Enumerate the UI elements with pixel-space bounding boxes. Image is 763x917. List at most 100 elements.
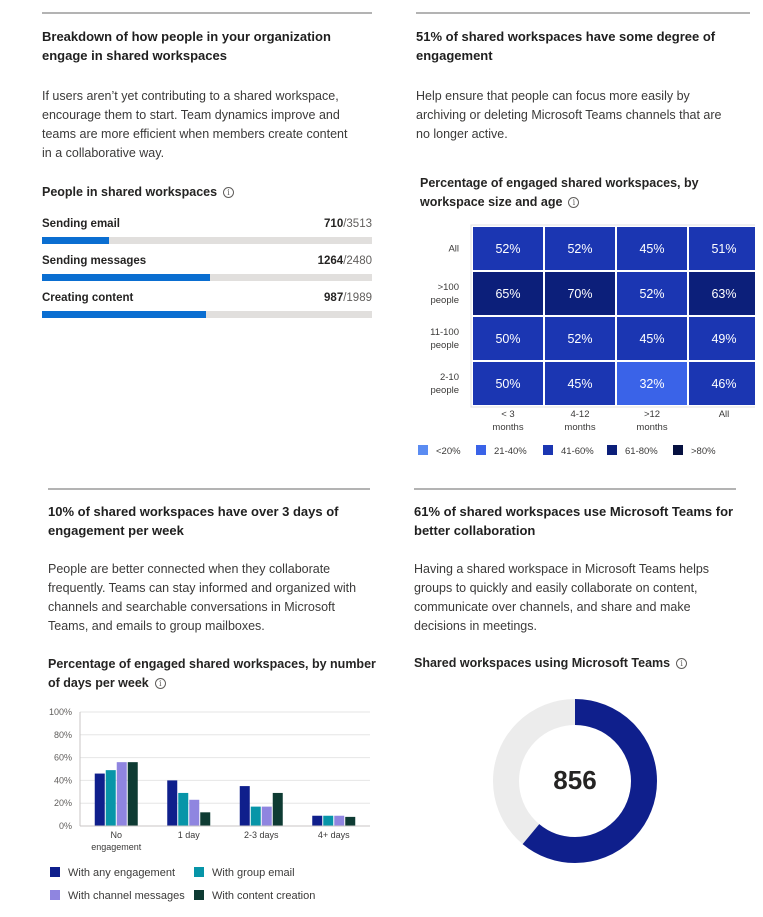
heatmap-cell-label: 52% xyxy=(639,287,664,301)
bar xyxy=(178,792,189,826)
heatmap-row-label: 11-100 xyxy=(430,327,459,338)
progress-count: 710/3513 xyxy=(324,218,372,230)
engagement-description: Help ensure that people can focus more e… xyxy=(416,87,756,144)
heatmap-col-label: 4-12 xyxy=(570,409,589,420)
heatmap-cell-label: 52% xyxy=(567,242,592,256)
legend-label: With any engagement xyxy=(68,867,176,879)
info-icon[interactable]: i xyxy=(568,197,580,208)
heatmap-cell-label: 50% xyxy=(495,332,520,346)
progress-track xyxy=(42,237,372,244)
bar-chart-subtitle: Percentage of engaged shared workspaces,… xyxy=(48,655,388,693)
teams-title: 61% of shared workspaces use Microsoft T… xyxy=(414,502,748,540)
bar xyxy=(323,815,334,826)
description-line: decisions in meetings. xyxy=(414,619,537,633)
description-line: teams are more efficient when members cr… xyxy=(42,127,348,141)
legend-swatch xyxy=(194,867,204,877)
description-line: Teams, and emails to group mailboxes. xyxy=(48,619,265,633)
days-description: People are better connected when they co… xyxy=(48,560,388,636)
y-tick-label: 0% xyxy=(59,821,72,831)
bar xyxy=(200,812,211,826)
heatmap-cell-label: 45% xyxy=(639,332,664,346)
legend-label: With group email xyxy=(212,867,295,879)
heatmap-legend-swatch xyxy=(543,445,553,455)
legend-swatch xyxy=(50,890,60,900)
heatmap-col-label: >12 xyxy=(644,409,660,420)
heatmap-legend-swatch xyxy=(476,445,486,455)
heatmap-cell-label: 50% xyxy=(495,377,520,391)
heatmap-cell-label: 49% xyxy=(711,332,736,346)
donut-subtitle: Shared workspaces using Microsoft Teams i xyxy=(414,654,688,673)
heatmap-cell-label: 51% xyxy=(711,242,736,256)
heatmap-cell-label: 46% xyxy=(711,377,736,391)
legend-swatch xyxy=(194,890,204,900)
people-subtitle-text: People in shared workspaces xyxy=(42,185,218,199)
progress-label: Creating content xyxy=(42,292,134,304)
heatmap-col-label: All xyxy=(719,409,730,420)
heatmap-row-label: people xyxy=(430,295,459,306)
heatmap-row-label: people xyxy=(430,340,459,351)
bar-chart: 0% 20% 40% 60% 80% 100% No engagement 1 day 2-3 d… xyxy=(49,707,370,852)
description-line: archiving or deleting Microsoft Teams ch… xyxy=(416,108,722,122)
breakdown-title: Breakdown of how people in your organiza… xyxy=(42,27,372,65)
bar xyxy=(94,773,105,826)
breakdown-title-line: Breakdown of how people in your organiza… xyxy=(42,29,331,44)
description-line: groups to quickly and easily collaborate… xyxy=(414,581,698,595)
progress-count-value: 987 xyxy=(324,292,344,304)
description-line: encourage them to start. Team dynamics i… xyxy=(42,108,340,122)
heatmap-row-label: All xyxy=(448,244,459,255)
progress-count-total: /2480 xyxy=(343,255,372,267)
bar xyxy=(312,815,323,826)
heatmap-legend-swatch xyxy=(673,445,683,455)
bar-chart-subtitle-line: of days per week xyxy=(48,676,149,690)
heatmap-legend-label: 21-40% xyxy=(494,446,527,457)
days-title-line: engagement per week xyxy=(48,523,184,538)
legend-swatch xyxy=(50,867,60,877)
heatmap-legend-swatch xyxy=(607,445,617,455)
section-divider xyxy=(414,488,736,490)
progress-track xyxy=(42,311,372,318)
description-line: Having a shared workspace in Microsoft T… xyxy=(414,562,710,576)
heatmap-col-label: < 3 xyxy=(501,409,514,420)
bar xyxy=(261,806,272,826)
x-tick-label: 1 day xyxy=(178,830,201,840)
engagement-title-line: 51% of shared workspaces have some degre… xyxy=(416,29,716,44)
heatmap-cell-label: 45% xyxy=(567,377,592,391)
progress-label: Sending email xyxy=(42,218,120,230)
info-icon[interactable]: i xyxy=(223,187,235,198)
heatmap-legend-swatch xyxy=(418,445,428,455)
progress-label: Sending messages xyxy=(42,255,147,267)
legend-item: With channel messages xyxy=(50,890,185,902)
bar xyxy=(189,799,200,826)
heatmap-col-label: months xyxy=(492,422,523,433)
x-tick-label: engagement xyxy=(91,842,142,852)
y-tick-label: 40% xyxy=(54,775,72,785)
y-tick-label: 100% xyxy=(49,707,72,717)
description-line: If users aren’t yet contributing to a sh… xyxy=(42,89,339,103)
progress-count-value: 1264 xyxy=(317,255,344,267)
y-tick-label: 60% xyxy=(54,753,72,763)
heatmap-subtitle-line: Percentage of engaged shared workspaces,… xyxy=(420,176,699,190)
heatmap-row-label: people xyxy=(430,385,459,396)
heatmap-col-label: months xyxy=(636,422,667,433)
engagement-title: 51% of shared workspaces have some degre… xyxy=(416,27,750,65)
progress-fill xyxy=(42,311,206,318)
heatmap-subtitle-line: workspace size and age xyxy=(420,195,563,209)
teams-title-line: 61% of shared workspaces use Microsoft T… xyxy=(414,504,734,519)
legend-label: With channel messages xyxy=(68,890,185,902)
heatmap-cell-label: 52% xyxy=(567,332,592,346)
info-icon[interactable]: i xyxy=(676,658,688,669)
days-title: 10% of shared workspaces have over 3 day… xyxy=(48,502,378,540)
donut-subtitle-text: Shared workspaces using Microsoft Teams xyxy=(414,656,671,670)
info-icon[interactable]: i xyxy=(154,678,166,689)
breakdown-description: If users aren’t yet contributing to a sh… xyxy=(42,87,382,163)
bar xyxy=(334,815,345,826)
bar-chart-subtitle-line: Percentage of engaged shared workspaces,… xyxy=(48,657,376,671)
bar xyxy=(116,762,127,826)
breakdown-title-line: engage in shared workspaces xyxy=(42,48,227,63)
progress-fill xyxy=(42,274,211,281)
heatmap-cell-label: 63% xyxy=(711,287,736,301)
heatmap-cell-label: 65% xyxy=(495,287,520,301)
heatmap-cell-label: 52% xyxy=(495,242,520,256)
progress-fill xyxy=(42,237,109,244)
legend-item: With group email xyxy=(194,867,295,879)
